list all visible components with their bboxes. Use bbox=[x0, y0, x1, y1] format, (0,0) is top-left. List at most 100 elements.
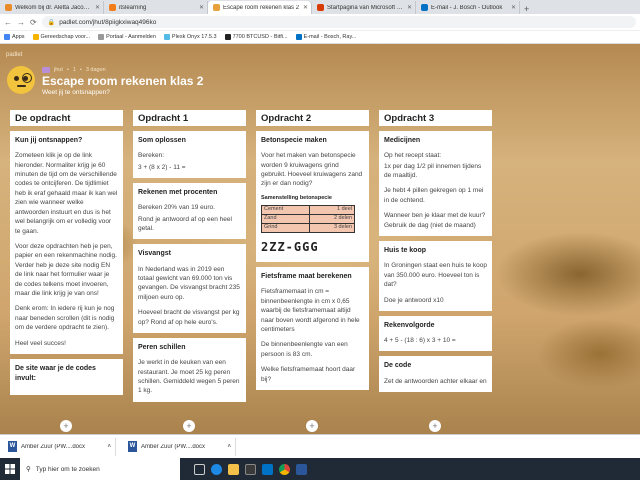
add-post-button[interactable]: + bbox=[429, 420, 441, 432]
chevron-up-icon[interactable]: ˄ bbox=[107, 444, 111, 450]
post-card[interactable]: Peren schillen Je werkt in de keuken van… bbox=[133, 338, 246, 402]
padlet-board: padlet jhut • 1 • 3 dagen Escape room re… bbox=[0, 44, 640, 434]
post-body: Zet de antwoorden achter elkaar en bbox=[384, 377, 487, 385]
browser-tab-welkom[interactable]: Welkom bij dr. Aletta Jacobs Coll✕ bbox=[0, 1, 104, 14]
bookmark-icon bbox=[224, 34, 231, 40]
bookmark-icon bbox=[295, 34, 302, 40]
close-icon[interactable]: ✕ bbox=[199, 4, 204, 11]
cipher-text: 2ZZ-GGG bbox=[261, 239, 319, 254]
post-title: Rekenen met procenten bbox=[138, 188, 218, 196]
post-card[interactable]: De site waar je de codes invult: bbox=[10, 359, 123, 396]
post-card[interactable]: Kun jij ontsnappen? Zometeen klik je op … bbox=[10, 131, 123, 355]
post-card[interactable]: Huis te koop In Groningen staat een huis… bbox=[379, 241, 492, 311]
task-view-icon[interactable] bbox=[194, 463, 205, 475]
post-card[interactable]: Rekenvolgorde 4 + 5 - (18 : 6) x 3 + 10 … bbox=[379, 315, 492, 352]
post-body: 3 + (8 x 2) - 11 = bbox=[138, 163, 186, 171]
browser-tab-padlet[interactable]: Escape room rekenen klas 2 ✕ bbox=[208, 1, 312, 14]
post-body: In Nederland was in 2019 een totaal gewi… bbox=[138, 265, 240, 301]
close-icon[interactable]: ✕ bbox=[407, 4, 412, 11]
board-meta: jhut • 1 • 3 dagen bbox=[42, 67, 106, 73]
edge-icon[interactable] bbox=[211, 463, 222, 475]
add-post-button[interactable]: + bbox=[183, 420, 195, 432]
board-subtitle: Weet jij te ontsnappen? bbox=[42, 89, 110, 96]
column-opdracht-3: Opdracht 3 Medicijnen Op het recept staa… bbox=[379, 110, 492, 397]
board-avatar-icon bbox=[7, 66, 35, 94]
post-card[interactable]: Betonspecie maken Voor het maken van bet… bbox=[256, 131, 369, 263]
browser-tab-outlook[interactable]: E-mail - J. Bosch - Outlook ✕ bbox=[416, 1, 520, 14]
download-item[interactable]: W Amber Zuur (PW....docx ˄ bbox=[124, 437, 236, 456]
post-body: Welke fietsframemaat hoort daar bij? bbox=[261, 366, 356, 383]
post-card[interactable]: Fietsframe maat berekenen Fietsframemaat… bbox=[256, 267, 369, 391]
search-icon: ⚲ bbox=[26, 466, 31, 473]
download-item[interactable]: W Amber Zuur (PW....docx ˄ bbox=[4, 437, 116, 456]
address-bar[interactable]: 🔒 padlet.com/jhut/8piigkxiwaq496ko bbox=[41, 16, 636, 28]
mail-icon[interactable] bbox=[262, 463, 273, 475]
post-body: Op het recept staat: bbox=[384, 152, 442, 160]
post-body: Denk erom: In iedere rij kun je nog naar… bbox=[15, 305, 115, 332]
post-body: In Groningen staat een huis te koop van … bbox=[384, 262, 487, 289]
downloads-bar: W Amber Zuur (PW....docx ˄ W Amber Zuur … bbox=[0, 434, 640, 458]
chevron-up-icon[interactable]: ˄ bbox=[227, 444, 231, 450]
like-count: 1 bbox=[72, 67, 76, 73]
tab-strip: Welkom bij dr. Aletta Jacobs Coll✕ itsle… bbox=[0, 0, 640, 14]
post-body: Heel veel succes! bbox=[15, 339, 66, 347]
padlet-brand[interactable]: padlet bbox=[6, 52, 22, 58]
post-body: Doe je antwoord x10 bbox=[384, 296, 444, 304]
column-header[interactable]: Opdracht 3 bbox=[379, 110, 492, 126]
forward-icon[interactable]: → bbox=[17, 18, 25, 27]
post-body: 4 + 5 - (18 : 6) x 3 + 10 = bbox=[384, 337, 456, 345]
close-icon[interactable]: ✕ bbox=[95, 4, 100, 11]
bookmark-gereedschap[interactable]: Gereedschap voor... bbox=[32, 34, 90, 40]
lock-icon: 🔒 bbox=[47, 19, 56, 26]
back-icon[interactable]: ← bbox=[4, 18, 12, 27]
bookmark-plesk[interactable]: Plesk Onyx 17.5.3 bbox=[163, 34, 217, 40]
column-header[interactable]: Opdracht 2 bbox=[256, 110, 369, 126]
author-name[interactable]: jhut bbox=[54, 67, 63, 73]
explorer-icon[interactable] bbox=[228, 463, 239, 475]
close-icon[interactable]: ✕ bbox=[511, 4, 516, 11]
browser-tab-itslearning[interactable]: itslearning ✕ bbox=[104, 1, 208, 14]
table-title: Samenstelling betonspecie bbox=[261, 194, 332, 201]
tab-title: Welkom bij dr. Aletta Jacobs Coll bbox=[15, 4, 92, 11]
post-card[interactable]: De code Zet de antwoorden achter elkaar … bbox=[379, 356, 492, 393]
taskbar-icons bbox=[194, 463, 307, 475]
post-card[interactable]: Medicijnen Op het recept staat: 1x per d… bbox=[379, 131, 492, 237]
bookmark-btcusd[interactable]: 7700 BTCUSD - Bitfi... bbox=[224, 34, 288, 40]
address-bar-row: ← → ⟳ 🔒 padlet.com/jhut/8piigkxiwaq496ko bbox=[0, 14, 640, 31]
chrome-icon[interactable] bbox=[279, 463, 290, 475]
close-icon[interactable]: ✕ bbox=[303, 4, 308, 11]
column-header[interactable]: Opdracht 1 bbox=[133, 110, 246, 126]
post-title: De code bbox=[384, 362, 412, 370]
column-opdracht-2: Opdracht 2 Betonspecie maken Voor het ma… bbox=[256, 110, 369, 395]
post-card[interactable]: Rekenen met procenten Bereken 20% van 19… bbox=[133, 182, 246, 240]
post-body: Je hebt 4 pillen gekregen op 1 mei in de… bbox=[384, 187, 484, 204]
word-file-icon: W bbox=[128, 441, 137, 452]
post-body: Voor het maken van betonspecie worden 9 … bbox=[261, 152, 363, 188]
word-icon[interactable] bbox=[296, 463, 307, 475]
tab-title: Escape room rekenen klas 2 bbox=[223, 4, 300, 11]
windows-logo-icon bbox=[5, 464, 15, 474]
search-placeholder: Typ hier om te zoeken bbox=[35, 465, 100, 473]
cipher-figure: 2ZZ-GGG bbox=[261, 239, 364, 256]
post-card[interactable]: Visvangst In Nederland was in 2019 een t… bbox=[133, 244, 246, 334]
add-post-button[interactable]: + bbox=[60, 420, 72, 432]
add-post-button[interactable]: + bbox=[306, 420, 318, 432]
tab-title: E-mail - J. Bosch - Outlook bbox=[431, 4, 503, 11]
site-favicon-icon bbox=[109, 4, 116, 11]
post-body: Bereken: bbox=[138, 152, 165, 160]
post-title: Visvangst bbox=[138, 250, 171, 258]
post-card[interactable]: Som oplossen Bereken: 3 + (8 x 2) - 11 = bbox=[133, 131, 246, 178]
windows-start-button[interactable] bbox=[0, 458, 20, 480]
browser-tab-office[interactable]: Startpagina van Microsoft Office ✕ bbox=[312, 1, 416, 14]
reload-icon[interactable]: ⟳ bbox=[30, 18, 37, 27]
apps-grid-icon bbox=[4, 34, 10, 40]
store-icon[interactable] bbox=[245, 463, 256, 475]
bookmark-portaal[interactable]: Portaal - Aanmelden bbox=[98, 34, 156, 40]
tab-title: itslearning bbox=[119, 4, 147, 11]
column-header[interactable]: De opdracht bbox=[10, 110, 123, 126]
bookmark-email[interactable]: E-mail - Bosch, Ray... bbox=[295, 34, 356, 40]
post-body: Je werkt in de keuken van een restaurant… bbox=[138, 359, 240, 395]
new-tab-button[interactable]: + bbox=[520, 4, 533, 14]
bookmark-apps[interactable]: Apps bbox=[4, 34, 25, 40]
taskbar-search[interactable]: ⚲ Typ hier om te zoeken bbox=[20, 458, 180, 480]
